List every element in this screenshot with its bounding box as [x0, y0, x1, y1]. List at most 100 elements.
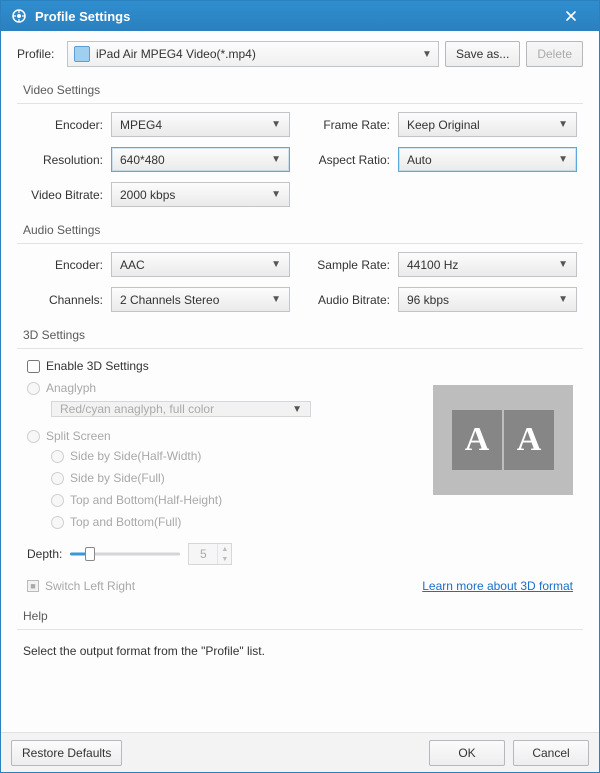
- cancel-button[interactable]: Cancel: [513, 740, 589, 766]
- sample-rate-dropdown[interactable]: 44100 Hz▼: [398, 252, 577, 277]
- slider-thumb[interactable]: [85, 547, 95, 561]
- chevron-down-icon: ▼: [292, 404, 302, 415]
- help-group: Help Select the output format from the "…: [17, 603, 583, 664]
- split-screen-radio: [27, 430, 40, 443]
- profile-settings-window: Profile Settings Profile: iPad Air MPEG4…: [0, 0, 600, 773]
- video-encoder-label: Encoder:: [23, 118, 111, 132]
- video-settings-group: Video Settings Encoder: MPEG4▼ Frame Rat…: [17, 77, 583, 207]
- tab-full-radio: [51, 516, 64, 529]
- learn-more-link[interactable]: Learn more about 3D format: [422, 579, 573, 593]
- anaglyph-mode-dropdown: Red/cyan anaglyph, full color▼: [51, 401, 311, 417]
- switch-checkbox: ■: [27, 580, 39, 592]
- aspect-ratio-row: Aspect Ratio: Auto▼: [310, 147, 577, 172]
- delete-button: Delete: [526, 41, 583, 67]
- profile-label: Profile:: [17, 47, 61, 61]
- help-group-title: Help: [17, 603, 583, 625]
- 3d-preview: A A: [433, 385, 573, 495]
- frame-rate-dropdown[interactable]: Keep Original▼: [398, 112, 577, 137]
- sbs-half-label: Side by Side(Half-Width): [70, 449, 201, 463]
- anaglyph-radio: [27, 382, 40, 395]
- channels-label: Channels:: [23, 293, 111, 307]
- preview-a-left: A: [452, 410, 502, 470]
- depth-value: 5: [189, 547, 217, 561]
- audio-encoder-dropdown[interactable]: AAC▼: [111, 252, 290, 277]
- frame-rate-row: Frame Rate: Keep Original▼: [310, 112, 577, 137]
- video-group-title: Video Settings: [17, 77, 583, 99]
- resolution-dropdown[interactable]: 640*480▼: [111, 147, 290, 172]
- chevron-down-icon: ▼: [271, 294, 281, 305]
- video-bitrate-label: Video Bitrate:: [23, 188, 111, 202]
- split-sub: Side by Side(Half-Width) Side by Side(Fu…: [51, 445, 413, 531]
- sbs-full-radio: [51, 472, 64, 485]
- anaglyph-sub: Red/cyan anaglyph, full color▼: [51, 397, 413, 425]
- 3d-preview-panel: A A: [433, 377, 573, 531]
- divider: [17, 103, 583, 104]
- help-text: Select the output format from the "Profi…: [17, 638, 583, 664]
- 3d-settings-group: 3D Settings Enable 3D Settings Anaglyph: [17, 322, 583, 593]
- 3d-group-title: 3D Settings: [17, 322, 583, 344]
- chevron-down-icon: ▼: [422, 49, 432, 60]
- video-encoder-dropdown[interactable]: MPEG4▼: [111, 112, 290, 137]
- chevron-down-icon: ▼: [271, 119, 281, 130]
- divider: [17, 348, 583, 349]
- split-screen-label: Split Screen: [46, 429, 111, 443]
- device-icon: [74, 46, 90, 62]
- video-bitrate-row: Video Bitrate: 2000 kbps▼: [23, 182, 290, 207]
- enable-3d-checkbox[interactable]: [27, 360, 40, 373]
- aspect-ratio-label: Aspect Ratio:: [310, 153, 398, 167]
- window-title: Profile Settings: [35, 9, 553, 24]
- chevron-down-icon: ▼: [558, 294, 568, 305]
- preview-a-right: A: [504, 410, 554, 470]
- audio-grid: Encoder: AAC▼ Sample Rate: 44100 Hz▼ Cha…: [17, 252, 583, 312]
- tab-full-label: Top and Bottom(Full): [70, 515, 181, 529]
- anaglyph-label: Anaglyph: [46, 381, 96, 395]
- channels-dropdown[interactable]: 2 Channels Stereo▼: [111, 287, 290, 312]
- 3d-layout: Anaglyph Red/cyan anaglyph, full color▼ …: [27, 377, 573, 531]
- body: Profile: iPad Air MPEG4 Video(*.mp4) ▼ S…: [1, 31, 599, 732]
- split-screen-row: Split Screen: [27, 429, 413, 443]
- footer: Restore Defaults OK Cancel: [1, 732, 599, 772]
- save-as-button[interactable]: Save as...: [445, 41, 520, 67]
- divider: [17, 629, 583, 630]
- resolution-row: Resolution: 640*480▼: [23, 147, 290, 172]
- depth-slider[interactable]: [70, 546, 180, 562]
- chevron-down-icon: ▼: [558, 154, 568, 165]
- chevron-up-icon: ▲: [218, 544, 231, 554]
- restore-defaults-button[interactable]: Restore Defaults: [11, 740, 122, 766]
- enable-3d-label: Enable 3D Settings: [46, 359, 149, 373]
- switch-row: ■ Switch Left Right Learn more about 3D …: [27, 579, 573, 593]
- sbs-full-label: Side by Side(Full): [70, 471, 165, 485]
- profile-row: Profile: iPad Air MPEG4 Video(*.mp4) ▼ S…: [13, 41, 587, 67]
- divider: [17, 243, 583, 244]
- audio-bitrate-row: Audio Bitrate: 96 kbps▼: [310, 287, 577, 312]
- video-grid: Encoder: MPEG4▼ Frame Rate: Keep Origina…: [17, 112, 583, 207]
- video-encoder-row: Encoder: MPEG4▼: [23, 112, 290, 137]
- chevron-down-icon: ▼: [218, 554, 231, 564]
- profile-value: iPad Air MPEG4 Video(*.mp4): [96, 47, 422, 61]
- 3d-body: Enable 3D Settings Anaglyph Red/cyan ana…: [17, 359, 583, 593]
- tab-half-label: Top and Bottom(Half-Height): [70, 493, 222, 507]
- enable-3d-row[interactable]: Enable 3D Settings: [27, 359, 573, 373]
- chevron-down-icon: ▼: [558, 259, 568, 270]
- tab-half-radio: [51, 494, 64, 507]
- depth-row: Depth: 5 ▲▼: [27, 543, 573, 565]
- profile-dropdown[interactable]: iPad Air MPEG4 Video(*.mp4) ▼: [67, 41, 439, 67]
- chevron-down-icon: ▼: [271, 154, 281, 165]
- depth-spinbox: 5 ▲▼: [188, 543, 232, 565]
- audio-settings-group: Audio Settings Encoder: AAC▼ Sample Rate…: [17, 217, 583, 312]
- aspect-ratio-dropdown[interactable]: Auto▼: [398, 147, 577, 172]
- chevron-down-icon: ▼: [558, 119, 568, 130]
- 3d-left: Anaglyph Red/cyan anaglyph, full color▼ …: [27, 377, 413, 531]
- audio-encoder-label: Encoder:: [23, 258, 111, 272]
- audio-bitrate-label: Audio Bitrate:: [310, 293, 398, 307]
- audio-group-title: Audio Settings: [17, 217, 583, 239]
- sbs-half-radio: [51, 450, 64, 463]
- ok-button[interactable]: OK: [429, 740, 505, 766]
- chevron-down-icon: ▼: [271, 189, 281, 200]
- close-button[interactable]: [553, 4, 589, 28]
- app-icon: [11, 8, 27, 24]
- spinbox-arrows: ▲▼: [217, 544, 231, 564]
- switch-left-right-row: ■ Switch Left Right: [27, 579, 135, 593]
- audio-bitrate-dropdown[interactable]: 96 kbps▼: [398, 287, 577, 312]
- video-bitrate-dropdown[interactable]: 2000 kbps▼: [111, 182, 290, 207]
